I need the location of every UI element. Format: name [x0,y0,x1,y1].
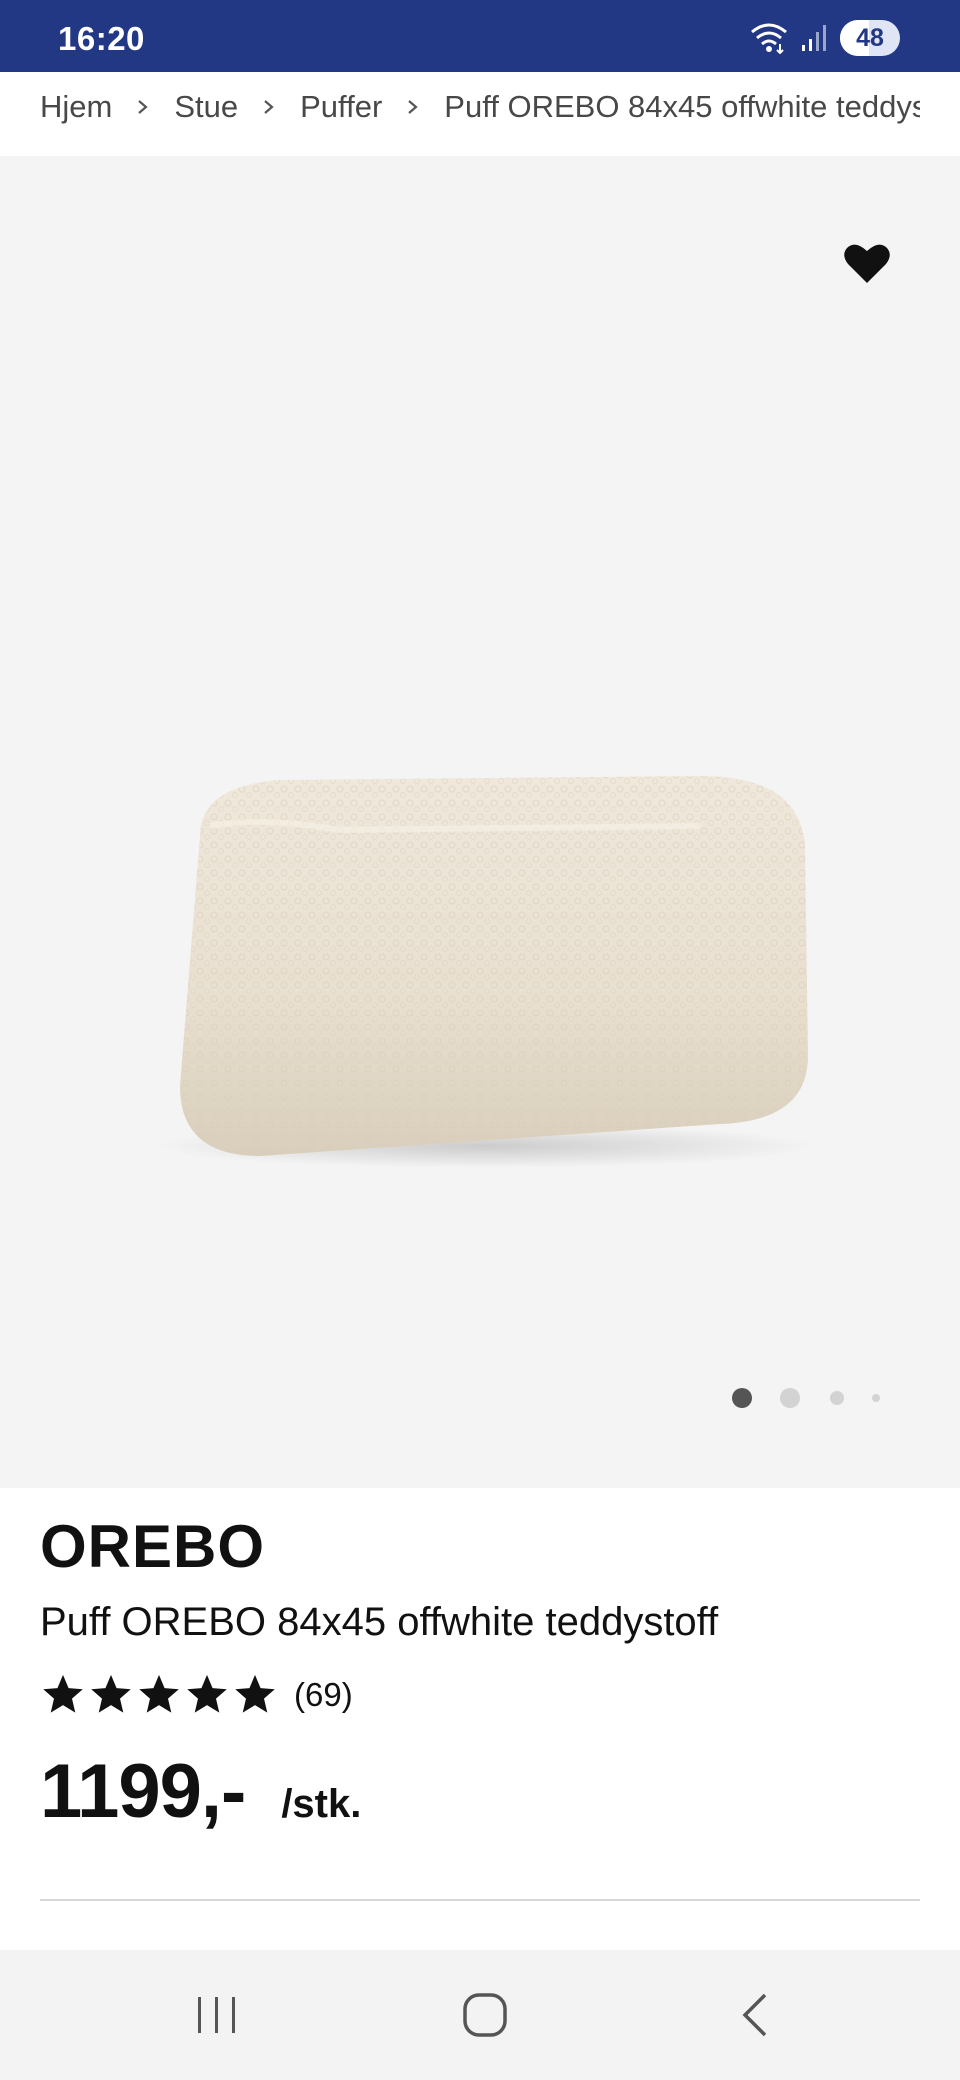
status-bar: 16:20 48 [0,0,960,72]
back-button[interactable] [710,1980,800,2050]
chevron-right-icon [406,98,420,116]
wifi-icon [750,22,788,54]
product-name: Puff OREBO 84x45 offwhite teddystoff [40,1600,719,1644]
battery-icon: 48 [840,20,900,56]
product-price: 1199,- /stk. [40,1748,361,1835]
review-count[interactable]: (69) [294,1676,353,1714]
pagination-dot-4[interactable] [872,1394,880,1402]
breadcrumb-item-current: Puff OREBO 84x45 offwhite teddystoff [444,89,920,124]
pagination-dot-2[interactable] [780,1388,800,1408]
divider [40,1899,920,1901]
star-icon [187,1674,227,1713]
battery-level: 48 [856,23,884,52]
pagination-dot-3[interactable] [830,1391,844,1405]
breadcrumb-item-puffer[interactable]: Puffer [300,89,382,125]
chevron-right-icon [262,98,276,116]
breadcrumb-item-hjem[interactable]: Hjem [40,89,112,125]
product-rating[interactable]: (69) [40,1670,353,1720]
product-image [140,756,840,1176]
star-icon [91,1674,131,1713]
favorite-button[interactable] [840,236,894,290]
breadcrumb-item-stue[interactable]: Stue [174,89,238,125]
pagination-dot-1[interactable] [732,1388,752,1408]
star-icon [235,1674,275,1713]
heart-icon [844,244,890,283]
home-button[interactable] [440,1980,530,2050]
product-brand: OREBO [40,1513,266,1580]
price-value: 1199,- [40,1749,246,1834]
recent-apps-icon [198,1997,235,2033]
price-unit: /stk. [281,1782,362,1826]
product-gallery[interactable] [0,156,960,1488]
recent-apps-button[interactable] [172,1980,262,2050]
home-icon [463,1993,507,2037]
chevron-right-icon [136,98,150,116]
star-icon [139,1674,179,1713]
status-icons: 48 [750,18,900,58]
status-time: 16:20 [58,20,145,57]
system-nav-bar [0,1950,960,2080]
gallery-pagination[interactable] [720,1388,890,1408]
star-icon [43,1674,83,1713]
breadcrumb: Hjem Stue Puffer Puff OREBO 84x45 offwhi… [40,72,920,142]
signal-icon [800,23,828,53]
back-icon [742,1993,767,2037]
